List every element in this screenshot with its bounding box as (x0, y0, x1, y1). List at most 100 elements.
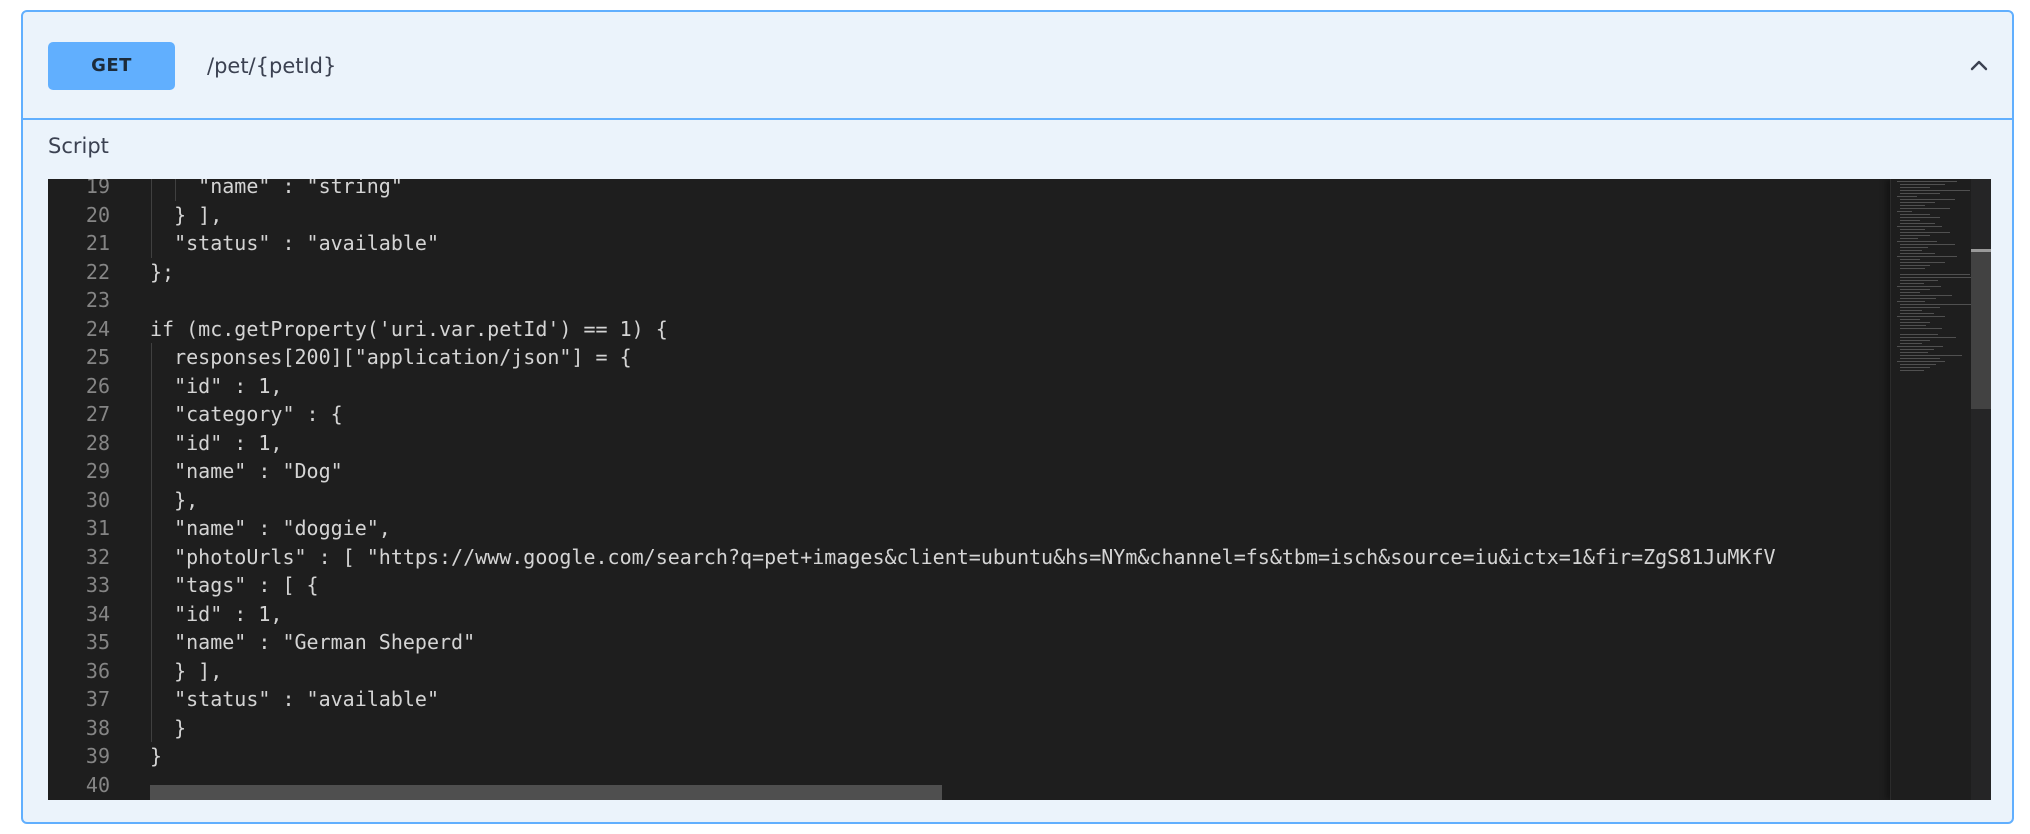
minimap-line (1900, 358, 1940, 359)
indent-guide (151, 343, 152, 372)
operation-block: GET /pet/{petId} Script 19 20 21 22 23 24 25 26… (21, 10, 2014, 824)
minimap-line (1900, 322, 1930, 323)
minimap-line (1900, 328, 1942, 329)
indent-guide (175, 179, 176, 201)
script-editor[interactable]: 19 20 21 22 23 24 25 26 27 28 29 30 31 32 33 34 35 36 37 38… (48, 179, 1991, 800)
minimap-line (1897, 316, 1945, 317)
code-line[interactable]: } ], (150, 657, 222, 686)
code-line[interactable]: "name" : "German Sheperd" (150, 628, 475, 657)
code-line[interactable]: responses[200]["application/json"] = { (150, 343, 632, 372)
method-badge: GET (48, 42, 175, 90)
indent-guide (151, 400, 152, 429)
minimap-line (1900, 235, 1930, 236)
code-line[interactable]: }, (150, 486, 198, 515)
line-number: 28 (85, 430, 110, 455)
minimap-line (1900, 199, 1955, 200)
operation-header[interactable]: GET /pet/{petId} (23, 12, 2012, 120)
minimap-line (1900, 280, 1938, 281)
minimap-line (1900, 220, 1920, 221)
code-line[interactable]: "category" : { (150, 400, 343, 429)
code-line[interactable]: if (mc.getProperty('uri.var.petId') == 1… (150, 315, 668, 344)
minimap-line (1900, 244, 1955, 245)
vertical-scrollbar[interactable] (1971, 179, 1991, 800)
code-line[interactable]: "name" : "string" (150, 179, 403, 201)
indent-guide (151, 628, 152, 657)
line-number: 40 (85, 772, 110, 797)
minimap-line (1900, 298, 1936, 299)
minimap-line (1900, 370, 1924, 371)
line-number: 29 (85, 459, 110, 483)
minimap-line (1900, 223, 1935, 224)
code-line[interactable]: } (150, 714, 186, 743)
line-number: 23 (85, 288, 110, 312)
line-number: 19 (85, 179, 110, 198)
minimap-line (1900, 208, 1950, 209)
code-line[interactable]: "name" : "Dog" (150, 457, 343, 486)
horizontal-scrollbar-thumb[interactable] (150, 785, 942, 800)
indent-guide (151, 371, 152, 400)
chevron-up-icon[interactable] (1966, 52, 1992, 78)
minimap-line (1900, 262, 1945, 263)
indent-guide (151, 485, 152, 514)
code-line[interactable]: "status" : "available" (150, 229, 439, 258)
indent-guide (151, 428, 152, 457)
minimap-line (1900, 355, 1962, 356)
minimap-line (1897, 241, 1937, 242)
minimap-line (1900, 274, 1970, 275)
minimap-line (1900, 310, 1922, 311)
line-number: 37 (85, 687, 110, 711)
minimap-line (1900, 295, 1952, 296)
minimap-line (1900, 259, 1920, 260)
code-line[interactable]: }; (150, 258, 174, 287)
line-number-gutter: 19 20 21 22 23 24 25 26 27 28 29 30 31 32 33 34 35 36 37 38… (48, 179, 118, 800)
minimap-line (1900, 217, 1940, 218)
minimap-line (1897, 226, 1942, 227)
code-line[interactable]: "tags" : [ { (150, 571, 319, 600)
minimap-line (1897, 301, 1925, 302)
code-line[interactable]: "id" : 1, (150, 372, 282, 401)
line-number: 24 (85, 316, 110, 341)
minimap-line (1900, 268, 1925, 269)
minimap-line (1900, 334, 1938, 335)
minimap-line (1900, 187, 1930, 188)
minimap-line (1900, 238, 1918, 239)
minimap-line (1900, 319, 1920, 320)
line-number: 27 (85, 402, 110, 426)
code-line[interactable]: "id" : 1, (150, 600, 282, 629)
line-number: 39 (85, 744, 110, 768)
minimap-line (1897, 196, 1917, 197)
indent-guide (151, 542, 152, 571)
code-line[interactable]: "photoUrls" : [ "https://www.google.com/… (150, 543, 1775, 572)
indent-guide (151, 457, 152, 486)
minimap-line (1900, 289, 1930, 290)
code-area[interactable]: "name" : "string" } ], "status" : "avail… (150, 179, 1890, 800)
code-line[interactable]: "name" : "doggie", (150, 514, 391, 543)
line-number: 26 (85, 373, 110, 398)
minimap-line (1900, 190, 1970, 191)
indent-guide (151, 571, 152, 600)
minimap-line (1900, 349, 1934, 350)
indent-guide (151, 229, 152, 258)
vertical-scrollbar-thumb[interactable] (1971, 249, 1991, 409)
minimap-line (1900, 343, 1922, 344)
line-number: 34 (85, 601, 110, 626)
minimap-line (1900, 292, 1920, 293)
minimap-line (1897, 346, 1943, 347)
minimap-line (1900, 337, 1956, 338)
minimap-line (1900, 250, 1922, 251)
line-number: 30 (85, 487, 110, 512)
minimap-line (1900, 205, 1925, 206)
minimap-line (1900, 193, 1940, 194)
minimap-line (1897, 211, 1912, 212)
indent-guide (151, 514, 152, 543)
minimap-line (1900, 313, 1934, 314)
code-line[interactable]: } (150, 742, 162, 771)
scrollbar-position-marker (1971, 249, 1991, 252)
minimap-line (1897, 181, 1957, 182)
minimap-line (1900, 247, 1928, 248)
line-number: 38 (85, 715, 110, 740)
code-line[interactable]: "status" : "available" (150, 685, 439, 714)
code-line[interactable]: "id" : 1, (150, 429, 282, 458)
endpoint-path: /pet/{petId} (207, 54, 337, 78)
code-line[interactable]: } ], (150, 201, 222, 230)
